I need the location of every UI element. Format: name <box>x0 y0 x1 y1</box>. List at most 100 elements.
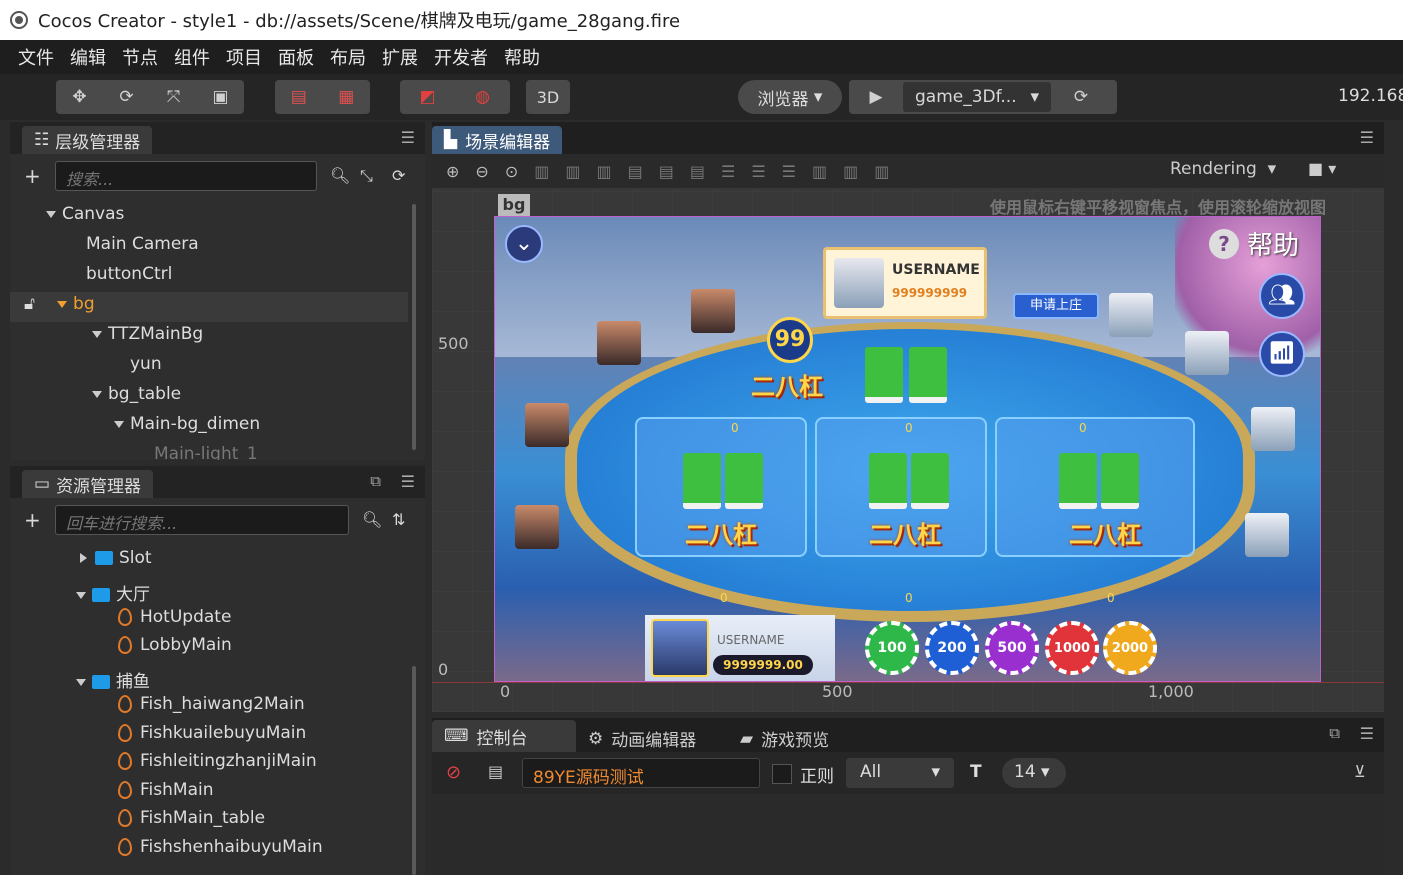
add-icon[interactable]: + <box>24 164 41 188</box>
tree-node[interactable]: buttonCtrl <box>86 264 172 284</box>
browser-select[interactable]: 浏览器 ▾ <box>738 80 842 114</box>
menu-help[interactable]: 帮助 <box>504 44 540 70</box>
game-preview-tab[interactable]: ▰ 游戏预览 <box>740 726 829 752</box>
seat-avatar[interactable] <box>1109 293 1153 337</box>
seat-avatar[interactable] <box>525 403 569 447</box>
tree-folder[interactable]: 大厅 <box>76 580 150 605</box>
search-icon[interactable]: 🔍︎ <box>330 166 350 185</box>
log-level-select[interactable]: All ▾ <box>846 758 954 788</box>
tree-scene[interactable]: FishkuailebuyuMain <box>118 723 306 743</box>
seat-avatar[interactable] <box>515 505 559 549</box>
help-button[interactable]: ? 帮助 <box>1209 225 1299 262</box>
tree-scene[interactable]: HotUpdate <box>118 607 231 627</box>
sort-icon[interactable]: ⇅ <box>392 510 405 529</box>
tree-node[interactable]: 🔓︎ bg <box>24 294 95 314</box>
seat-avatar[interactable] <box>597 321 641 365</box>
pivot-icon[interactable]: ▤ <box>279 80 319 114</box>
chip-2000[interactable]: 2000 <box>1103 621 1157 675</box>
menu-edit[interactable]: 编辑 <box>70 44 106 70</box>
menu-chevron-icon[interactable]: ⌄ <box>505 225 543 263</box>
tree-node[interactable]: Main Camera <box>86 234 199 254</box>
scene-editor-tab[interactable]: ▙ 场景编辑器 <box>432 126 563 154</box>
collapse-down-icon[interactable]: ⊻ <box>1354 762 1366 781</box>
tree-node[interactable]: yun <box>130 354 162 374</box>
tree-folder[interactable]: 捕鱼 <box>76 667 150 692</box>
tree-scene[interactable]: Fish_haiwang2Main <box>118 694 305 714</box>
assets-search-input[interactable]: 回车进行搜索... <box>55 505 349 535</box>
distribute-left-icon[interactable]: ▥ <box>812 162 827 181</box>
local-icon[interactable]: ▦ <box>326 80 366 114</box>
menu-project[interactable]: 项目 <box>226 44 262 70</box>
distribute-top-icon[interactable]: ☰ <box>721 162 735 181</box>
grid-icon[interactable]: ◍ <box>463 80 503 114</box>
tree-folder[interactable]: Slot <box>80 548 152 568</box>
console-log-area[interactable] <box>432 794 1384 875</box>
tree-scene[interactable]: FishshenhaibuyuMain <box>118 837 323 857</box>
distribute-hcenter-icon[interactable]: ▥ <box>843 162 858 181</box>
rendering-select[interactable]: Rendering ▾ <box>1170 159 1276 179</box>
chip-200[interactable]: 200 <box>925 621 979 675</box>
players-icon[interactable]: 👥︎ <box>1259 273 1305 319</box>
popout-icon[interactable]: ⧉ <box>1329 724 1340 742</box>
console-tab[interactable]: ⌨ 控制台 <box>432 720 576 752</box>
chip-100[interactable]: 100 <box>865 621 919 675</box>
font-size-select[interactable]: 14 ▾ <box>1002 758 1066 788</box>
scale-tool-icon[interactable]: ⤧ <box>154 80 194 114</box>
tree-node[interactable]: Main-bg_dimen <box>114 414 260 434</box>
game-canvas[interactable]: ⌄ ? 帮助 👥︎ 📶︎ USERNAME 999999999 申请上庄 99 … <box>494 216 1321 682</box>
tree-scene[interactable]: LobbyMain <box>118 635 232 655</box>
lock-icon[interactable]: 🔓︎ <box>24 294 35 314</box>
tree-node[interactable]: TTZMainBg <box>92 324 203 344</box>
seat-avatar[interactable] <box>691 289 735 333</box>
chart-icon[interactable]: 📶︎ <box>1259 331 1305 377</box>
refresh-icon[interactable]: ⟳ <box>1051 80 1111 114</box>
menu-developer[interactable]: 开发者 <box>434 44 488 70</box>
menu-node[interactable]: 节点 <box>122 44 158 70</box>
chip-1000[interactable]: 1000 <box>1045 621 1099 675</box>
apply-banker-button[interactable]: 申请上庄 <box>1013 293 1099 319</box>
hierarchy-search-input[interactable]: 搜索... <box>55 161 317 191</box>
tree-scene[interactable]: FishMain <box>118 780 213 800</box>
align-top-icon[interactable]: ▥ <box>534 162 549 181</box>
play-icon[interactable]: ▶ <box>849 80 903 114</box>
hierarchy-tab[interactable]: ☷ 层级管理器 <box>22 126 153 154</box>
collapse-icon[interactable]: ⤡ <box>360 166 373 186</box>
scrollbar[interactable] <box>412 666 416 875</box>
zoom-reset-icon[interactable]: ⊙ <box>505 162 518 181</box>
snap-icon[interactable]: ◩ <box>408 80 448 114</box>
menu-file[interactable]: 文件 <box>18 44 54 70</box>
menu-extension[interactable]: 扩展 <box>382 44 418 70</box>
align-bottom-icon[interactable]: ▥ <box>596 162 611 181</box>
refresh-icon[interactable]: ⟳ <box>392 166 405 185</box>
menu-icon[interactable]: ☰ <box>1360 128 1374 147</box>
animation-editor-tab[interactable]: ⚙ 动画编辑器 <box>588 726 696 752</box>
menu-layout[interactable]: 布局 <box>330 44 366 70</box>
tree-node[interactable]: Canvas <box>46 204 124 224</box>
menu-panel[interactable]: 面板 <box>278 44 314 70</box>
distribute-vcenter-icon[interactable]: ☰ <box>751 162 765 181</box>
align-left-icon[interactable]: ▤ <box>628 162 643 181</box>
menu-icon[interactable]: ☰ <box>401 128 415 147</box>
seat-avatar[interactable] <box>1245 513 1289 557</box>
move-tool-icon[interactable]: ✥ <box>60 80 100 114</box>
align-vcenter-icon[interactable]: ▥ <box>565 162 580 181</box>
console-filter-input[interactable]: 89YE源码测试 <box>522 758 760 788</box>
tree-node[interactable]: Main-light_1 <box>154 444 258 460</box>
menu-icon[interactable]: ☰ <box>401 472 415 491</box>
popout-icon[interactable]: ⧉ <box>370 472 381 490</box>
align-hcenter-icon[interactable]: ▤ <box>659 162 674 181</box>
distribute-right-icon[interactable]: ▥ <box>874 162 889 181</box>
scene-viewport[interactable]: 500 0 0 500 1,000 使用鼠标右键平移视窗焦点，使用滚轮缩放视图 … <box>432 188 1384 712</box>
tree-scene[interactable]: FishleitingzhanjiMain <box>118 751 317 771</box>
assets-tab[interactable]: ▭ 资源管理器 <box>22 470 154 498</box>
regex-checkbox[interactable] <box>772 764 792 784</box>
menu-icon[interactable]: ☰ <box>1360 724 1374 743</box>
seat-avatar[interactable] <box>1185 331 1229 375</box>
scrollbar[interactable] <box>412 204 416 450</box>
align-right-icon[interactable]: ▤ <box>690 162 705 181</box>
tree-node[interactable]: bg_table <box>92 384 181 404</box>
camera-select[interactable]: ■ ▾ <box>1308 159 1336 178</box>
tree-scene[interactable]: FishMain_table <box>118 808 265 828</box>
add-icon[interactable]: + <box>24 508 41 532</box>
zoom-in-icon[interactable]: ⊕ <box>446 162 459 181</box>
